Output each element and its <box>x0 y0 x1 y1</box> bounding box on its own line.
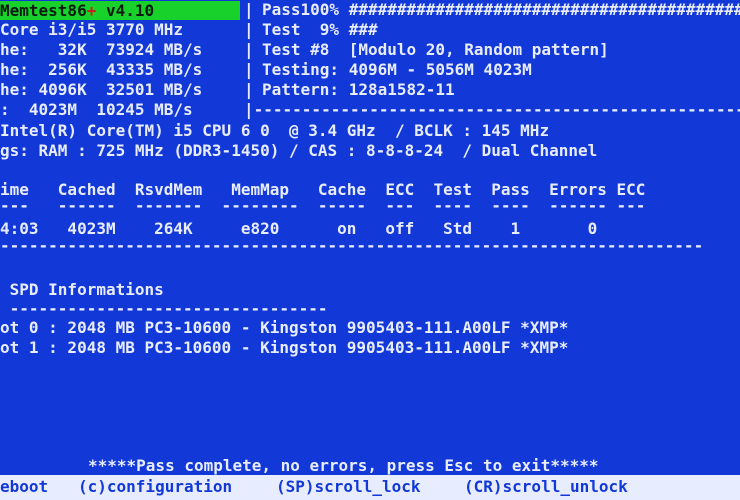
right-divider: |---------------------------------------… <box>244 100 740 119</box>
pass-complete-message: *****Pass complete, no errors, press Esc… <box>88 456 599 475</box>
test-pattern: Pattern: 128a1582-11 <box>262 80 455 99</box>
spd-underline: --------------------------------- <box>0 299 328 318</box>
reboot-option[interactable]: eboot <box>0 477 48 496</box>
l1-cache-line: he: 32K 73924 MB/s <box>0 40 203 59</box>
separator-bar: | <box>244 80 254 99</box>
separator-bar: | <box>244 60 254 79</box>
cpu-info: Intel(R) Core(TM) i5 CPU 6 0 @ 3.4 GHz /… <box>0 121 550 140</box>
spd-slot-0: ot 0 : 2048 MB PC3-10600 - Kingston 9905… <box>0 318 569 337</box>
bottom-menu-bar: eboot (c)configuration (SP)scroll_lock (… <box>0 475 740 500</box>
plus-mark: + <box>86 1 97 20</box>
scroll-lock-option[interactable]: (SP)scroll_lock <box>276 477 421 496</box>
cpu-line: Core i3/i5 3770 MHz <box>0 20 184 39</box>
test-progress: Test 9% ### <box>262 20 378 39</box>
app-name: Memtest86 <box>0 1 87 20</box>
spd-slot-1: ot 1 : 2048 MB PC3-10600 - Kingston 9905… <box>0 338 569 357</box>
l2-cache-line: he: 256K 43335 MB/s <box>0 60 203 79</box>
spd-title: SPD Informations <box>0 280 164 299</box>
separator-bar: | <box>244 40 254 59</box>
configuration-option[interactable]: (c)configuration <box>78 477 232 496</box>
separator-bar: | <box>244 0 254 19</box>
memory-line: : 4023M 10245 MB/s <box>0 100 193 119</box>
memtest-screen: Memtest86+ v4.10 Core i3/i5 3770 MHz he:… <box>0 0 740 500</box>
title-highlight: Memtest86+ v4.10 <box>0 1 240 20</box>
app-version: v4.10 <box>96 1 155 20</box>
separator-bar: | <box>244 20 254 39</box>
ram-info: gs: RAM : 725 MHz (DDR3-1450) / CAS : 8-… <box>0 141 598 160</box>
table-rule: ----------------------------------------… <box>0 236 704 255</box>
pass-progress: Pass100% ###############################… <box>262 0 740 19</box>
table-header-dashes: --- ------ ------- -------- ----- --- --… <box>0 196 646 215</box>
test-number: Test #8 [Modulo 20, Random pattern] <box>262 40 609 59</box>
testing-range: Testing: 4096M - 5056M 4023M <box>262 60 532 79</box>
scroll-unlock-option[interactable]: (CR)scroll_unlock <box>464 477 628 496</box>
l3-cache-line: he: 4096K 32501 MB/s <box>0 80 203 99</box>
app-title: Memtest86+ v4.10 <box>0 1 154 20</box>
